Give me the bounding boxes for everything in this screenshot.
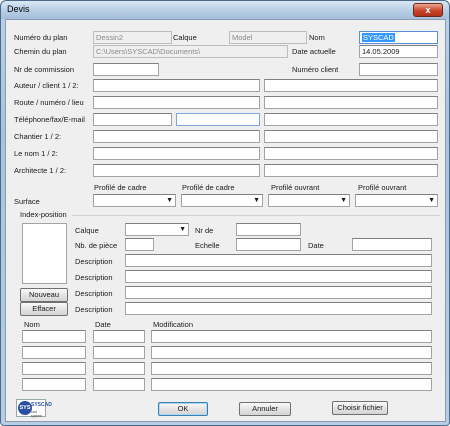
commission-field[interactable]	[93, 63, 159, 76]
numero-plan-field[interactable]: Dessin2	[93, 31, 172, 44]
nouveau-button[interactable]: Nouveau	[20, 288, 68, 302]
index-divider	[72, 215, 440, 216]
telephone-label: Téléphone/fax/E-mail	[14, 115, 85, 124]
architecte-field-1[interactable]	[93, 164, 260, 177]
date-actuelle-label: Date actuelle	[292, 47, 336, 56]
index-preview	[22, 223, 67, 284]
devis-dialog: Devis x Numéro du plan Dessin2 Calque Mo…	[0, 0, 450, 426]
index-calque-label: Calque	[75, 226, 99, 235]
nr-de-field[interactable]	[236, 223, 301, 236]
chevron-down-icon: ▼	[340, 197, 347, 204]
description-field-3[interactable]	[125, 286, 432, 299]
telephone-field[interactable]	[93, 113, 172, 126]
pieces-label: Nb. de pièce	[75, 241, 118, 250]
chantier-label: Chantier 1 / 2:	[14, 132, 62, 141]
index-position-label: Index-position	[20, 210, 67, 219]
index-date-field[interactable]	[352, 238, 432, 251]
history-date-4[interactable]	[93, 378, 145, 391]
syscad-logo-mark: SYS	[18, 401, 32, 415]
profile-ouvrant-select-1[interactable]: ▼	[268, 194, 350, 207]
window-title: Devis	[7, 4, 30, 14]
history-date-3[interactable]	[93, 362, 145, 375]
history-date-header: Date	[95, 320, 111, 329]
commission-label: Nr de commission	[14, 65, 75, 74]
index-calque-select[interactable]: ▼	[125, 223, 189, 236]
title-bar[interactable]: Devis x	[1, 1, 449, 19]
history-nom-2[interactable]	[22, 346, 86, 359]
fax-field[interactable]	[176, 113, 260, 126]
history-nom-4[interactable]	[22, 378, 86, 391]
description-field-4[interactable]	[125, 302, 432, 315]
echelle-label: Echelle	[195, 241, 220, 250]
profile-ouvrant-select-2[interactable]: ▼	[355, 194, 438, 207]
calque-field[interactable]: Model	[229, 31, 307, 44]
description-field-2[interactable]	[125, 270, 432, 283]
chantier-field-2[interactable]	[264, 130, 438, 143]
nom-field-value: SYSCAD	[362, 33, 395, 42]
history-modification-1[interactable]	[151, 330, 432, 343]
history-modification-2[interactable]	[151, 346, 432, 359]
choisir-fichier-button[interactable]: Choisir fichier	[332, 401, 388, 415]
nr-de-label: Nr de	[195, 226, 214, 235]
date-actuelle-field[interactable]: 14.05.2009	[359, 45, 438, 58]
calque-label: Calque	[173, 33, 197, 42]
numero-client-label: Numéro client	[292, 65, 339, 74]
dialog-body: Numéro du plan Dessin2 Calque Model Nom …	[5, 19, 446, 422]
syscad-logo-text: SYSCAD	[31, 402, 52, 408]
history-date-1[interactable]	[93, 330, 145, 343]
chevron-down-icon: ▼	[166, 197, 173, 204]
description-label-3: Description	[75, 289, 113, 298]
architecte-label: Architecte 1 / 2:	[14, 166, 67, 175]
profile-ouvrant-header-2: Profilé ouvrant	[358, 183, 407, 192]
history-date-2[interactable]	[93, 346, 145, 359]
chemin-plan-field[interactable]: C:\Users\SYSCAD\Documents\	[93, 45, 288, 58]
route-field-2[interactable]	[264, 96, 438, 109]
description-field-1[interactable]	[125, 254, 432, 267]
profile-cadre-select-2[interactable]: ▼	[181, 194, 263, 207]
profile-cadre-header-1: Profilé de cadre	[94, 183, 147, 192]
chemin-plan-label: Chemin du plan	[14, 47, 67, 56]
lenom-field-2[interactable]	[264, 147, 438, 160]
history-modification-header: Modification	[153, 320, 194, 329]
profile-ouvrant-header-1: Profilé ouvrant	[271, 183, 320, 192]
route-label: Route / numéro / lieu	[14, 98, 84, 107]
architecte-field-2[interactable]	[264, 164, 438, 177]
history-nom-1[interactable]	[22, 330, 86, 343]
profile-cadre-select-1[interactable]: ▼	[93, 194, 176, 207]
nom-field[interactable]: SYSCAD	[359, 31, 438, 44]
chevron-down-icon: ▼	[428, 197, 435, 204]
numero-client-field[interactable]	[359, 63, 438, 76]
effacer-button[interactable]: Effacer	[20, 302, 68, 316]
numero-plan-label: Numéro du plan	[14, 33, 68, 42]
lenom-field-1[interactable]	[93, 147, 260, 160]
nom-label: Nom	[309, 33, 325, 42]
close-icon[interactable]: x	[413, 3, 443, 17]
profile-cadre-header-2: Profilé de cadre	[182, 183, 235, 192]
chevron-down-icon: ▼	[253, 197, 260, 204]
annuler-button[interactable]: Annuler	[239, 402, 291, 416]
auteur-field-1[interactable]	[93, 79, 260, 92]
history-nom-header: Nom	[24, 320, 40, 329]
history-nom-3[interactable]	[22, 362, 86, 375]
route-field-1[interactable]	[93, 96, 260, 109]
chevron-down-icon: ▼	[179, 226, 186, 233]
history-modification-4[interactable]	[151, 378, 432, 391]
surface-label: Surface	[14, 197, 40, 206]
auteur-label: Auteur / client 1 / 2:	[14, 81, 79, 90]
pieces-field[interactable]	[125, 238, 154, 251]
lenom-label: Le nom 1 / 2:	[14, 149, 58, 158]
syscad-logo: SYS SYSCAD cad system	[16, 399, 52, 418]
history-modification-3[interactable]	[151, 362, 432, 375]
description-label-2: Description	[75, 273, 113, 282]
auteur-field-2[interactable]	[264, 79, 438, 92]
chantier-field-1[interactable]	[93, 130, 260, 143]
description-label-4: Description	[75, 305, 113, 314]
syscad-logo-subtext: cad system	[31, 410, 43, 418]
ok-button[interactable]: OK	[158, 402, 208, 416]
description-label-1: Description	[75, 257, 113, 266]
email-field[interactable]	[264, 113, 438, 126]
echelle-field[interactable]	[236, 238, 301, 251]
index-date-label: Date	[308, 241, 324, 250]
